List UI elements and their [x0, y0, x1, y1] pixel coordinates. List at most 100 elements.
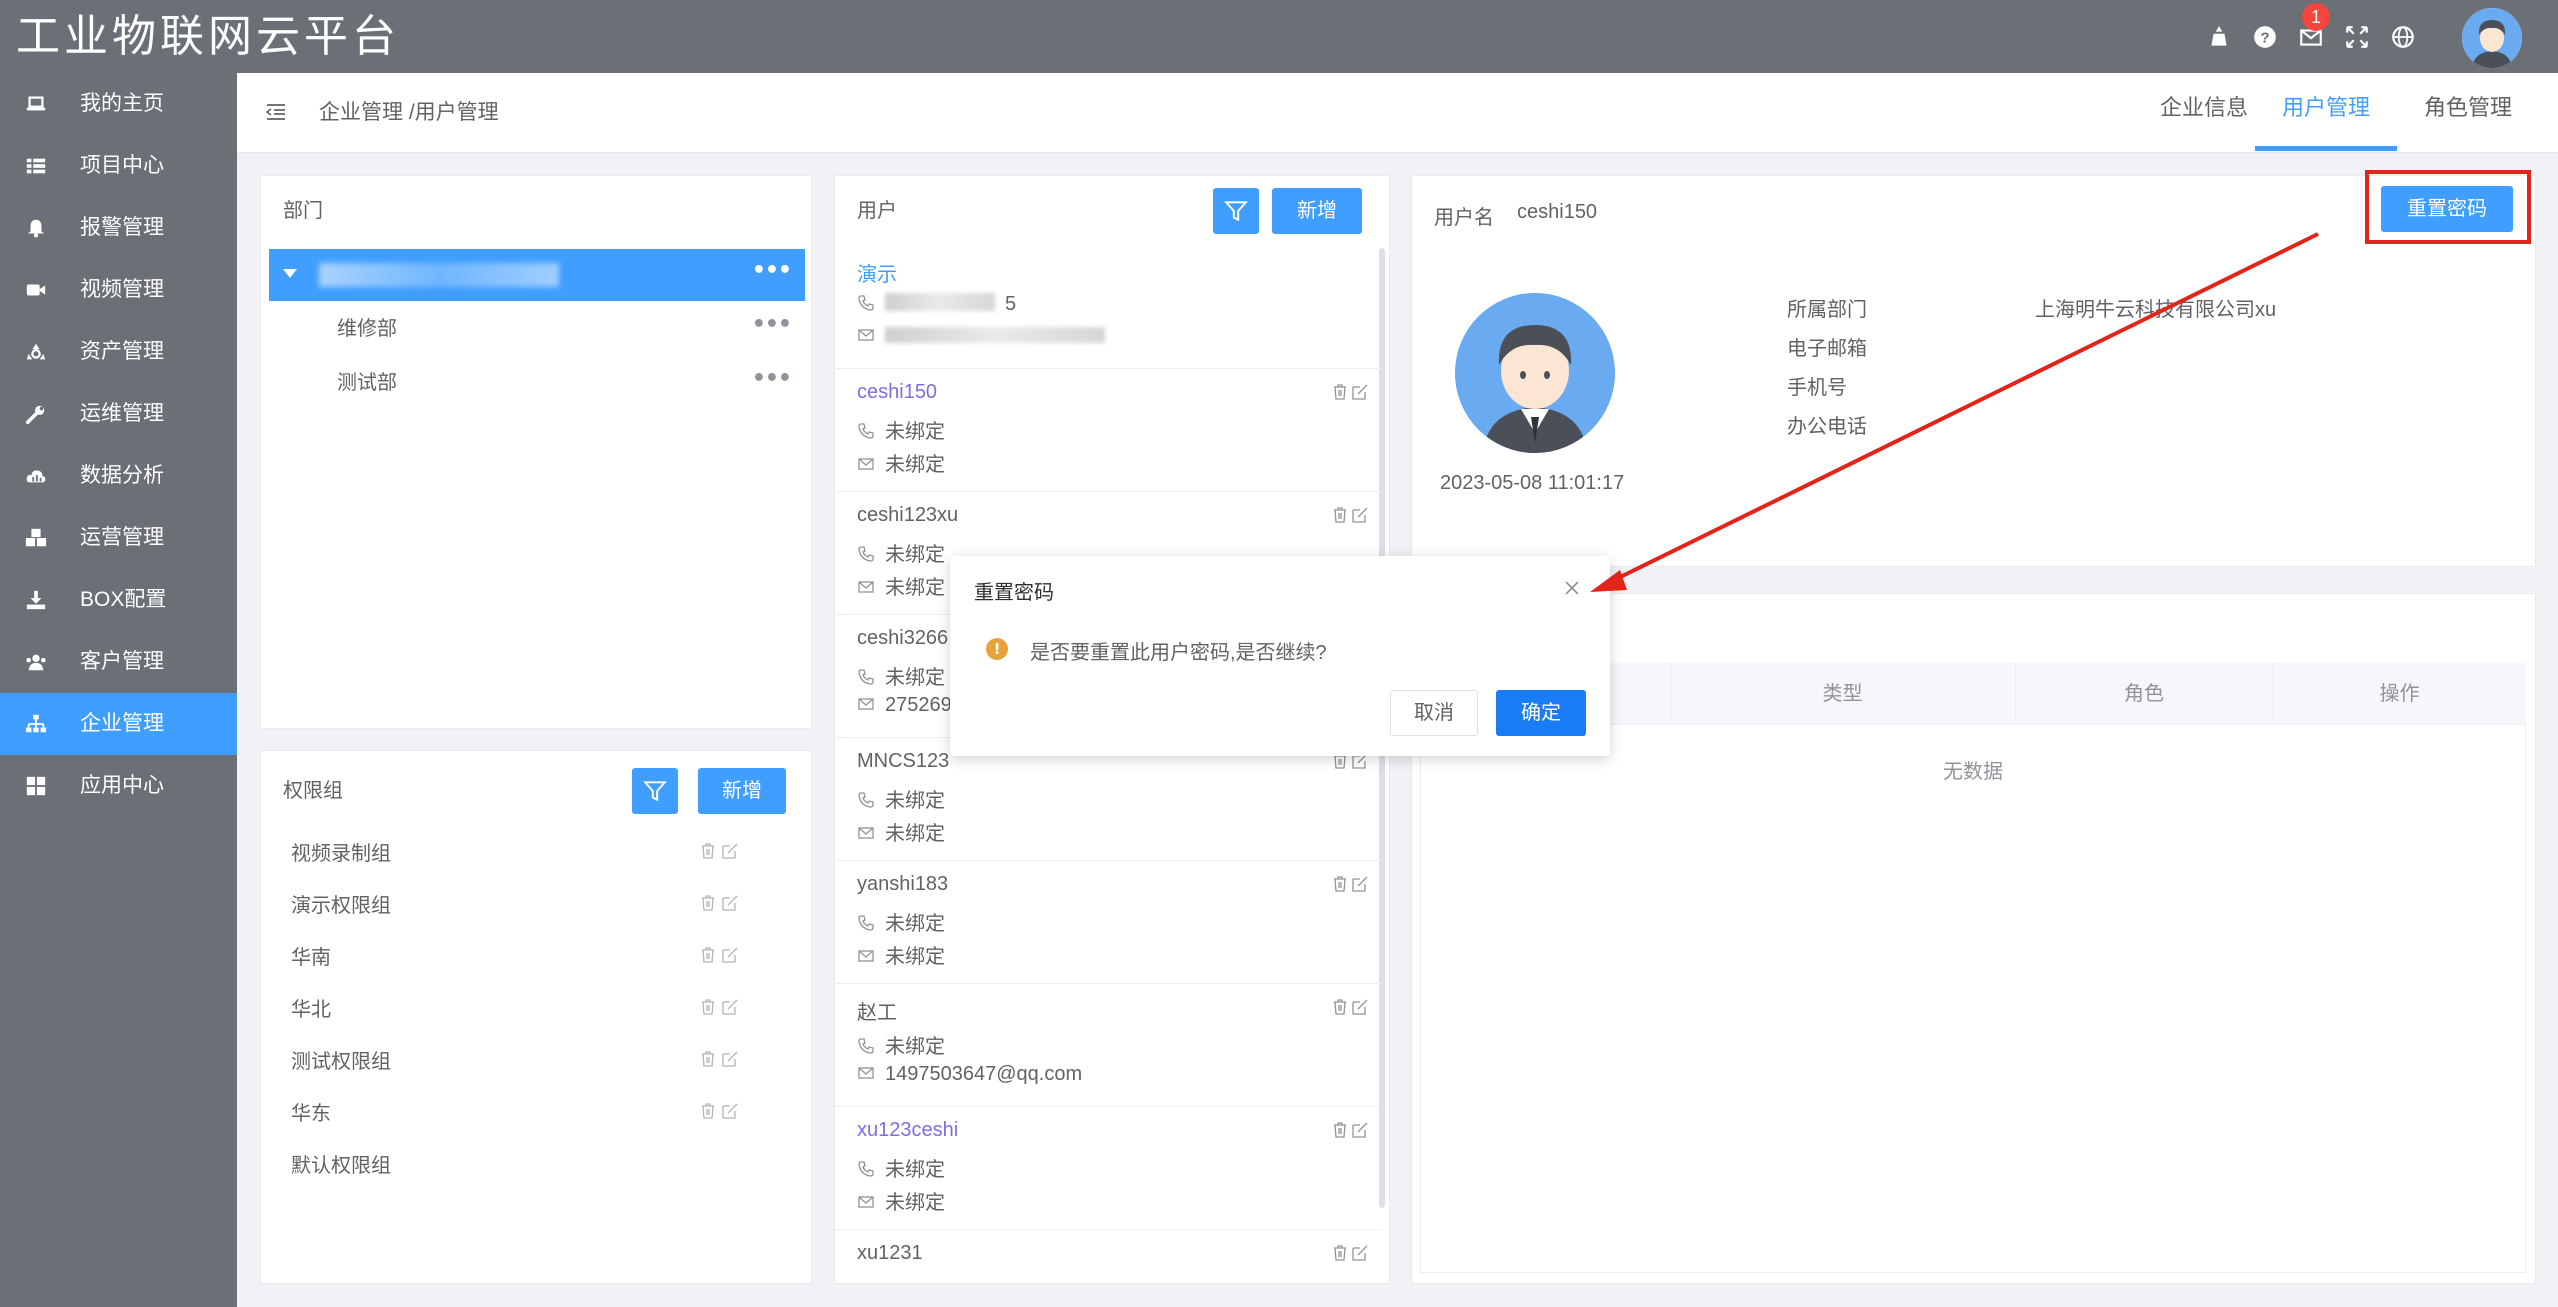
caret-down-icon[interactable] [283, 269, 297, 278]
sidebar-item-box-config[interactable]: BOX配置 [0, 569, 237, 631]
user-list-item[interactable]: 演示 5 [835, 246, 1381, 369]
mail-icon [858, 827, 874, 839]
edit-icon[interactable] [721, 1102, 739, 1120]
delete-icon[interactable] [1331, 875, 1349, 893]
more-icon[interactable]: ••• [752, 357, 792, 401]
dept-row[interactable]: 测试部 ••• [269, 357, 805, 409]
user-name[interactable]: ceshi150 [857, 381, 937, 404]
permission-group-row[interactable]: 演示权限组 [291, 880, 781, 932]
permission-group-row[interactable]: 华北 [291, 984, 781, 1036]
more-icon[interactable]: ••• [752, 249, 792, 293]
confirm-button[interactable]: 确定 [1496, 690, 1586, 736]
language-icon[interactable] [2390, 24, 2416, 50]
tab-role-management[interactable]: 角色管理 [2397, 73, 2539, 151]
mail-icon [858, 1196, 874, 1208]
edit-icon[interactable] [1351, 1244, 1369, 1262]
delete-icon[interactable] [1331, 1244, 1349, 1262]
user-phone: 未绑定 [857, 415, 945, 444]
user-phone: 未绑定 [857, 661, 945, 690]
user-email: 未绑定 [857, 817, 945, 846]
edit-icon[interactable] [1351, 875, 1369, 893]
dept-root-row[interactable]: ••• [269, 249, 805, 301]
row-actions [699, 894, 743, 916]
user-name[interactable]: ceshi3266 [857, 627, 948, 650]
sidebar-item-operations[interactable]: 运营管理 [0, 507, 237, 569]
sidebar-item-label: 企业管理 [80, 712, 164, 735]
user-name[interactable]: ceshi123xu [857, 504, 958, 527]
mail-icon [858, 1067, 874, 1079]
delete-icon[interactable] [1331, 998, 1349, 1016]
permission-group-row[interactable]: 华东 [291, 1088, 781, 1140]
user-name[interactable]: 赵工 [857, 996, 897, 1025]
edit-icon[interactable] [721, 894, 739, 912]
cancel-button[interactable]: 取消 [1390, 690, 1478, 736]
more-icon[interactable]: ••• [752, 303, 792, 347]
collapse-menu-icon[interactable] [265, 101, 287, 123]
delete-icon[interactable] [699, 1050, 717, 1068]
dept-row[interactable]: 维修部 ••• [269, 303, 805, 355]
row-actions [1329, 1121, 1369, 1143]
delete-icon[interactable] [699, 998, 717, 1016]
delete-icon[interactable] [699, 842, 717, 860]
email-value: 275269 [885, 694, 952, 716]
user-name[interactable]: xu123ceshi [857, 1119, 958, 1142]
sidebar-item-enterprise[interactable]: 企业管理 [0, 693, 237, 755]
add-group-button[interactable]: 新增 [698, 768, 786, 814]
edit-icon[interactable] [721, 842, 739, 860]
help-icon[interactable]: ? [2252, 24, 2278, 50]
user-name[interactable]: MNCS123 [857, 750, 949, 773]
edit-icon[interactable] [1351, 998, 1369, 1016]
edit-icon[interactable] [721, 1050, 739, 1068]
delete-icon[interactable] [1331, 383, 1349, 401]
tab-user-management[interactable]: 用户管理 [2255, 73, 2397, 151]
sidebar-item-alarms[interactable]: 报警管理 [0, 197, 237, 259]
edit-icon[interactable] [721, 946, 739, 964]
filter-button[interactable] [1213, 188, 1259, 234]
user-phone: 未绑定 [857, 907, 945, 936]
delete-icon[interactable] [699, 894, 717, 912]
user-list-item[interactable]: MNCS123 未绑定 未绑定 [835, 738, 1381, 861]
edit-icon[interactable] [721, 998, 739, 1016]
edit-icon[interactable] [1351, 383, 1369, 401]
delete-icon[interactable] [1331, 506, 1349, 524]
add-user-button[interactable]: 新增 [1272, 188, 1362, 234]
permission-group-row[interactable]: 测试权限组 [291, 1036, 781, 1088]
user-avatar[interactable] [2462, 8, 2522, 68]
redacted-phone [885, 293, 995, 311]
permission-group-row[interactable]: 华南 [291, 932, 781, 984]
user-name[interactable]: 演示 [857, 258, 897, 287]
delete-icon[interactable] [699, 1102, 717, 1120]
row-actions [1329, 1244, 1369, 1266]
user-list-item[interactable]: xu1231 [835, 1230, 1381, 1283]
user-list-item[interactable]: yanshi183 未绑定 未绑定 [835, 861, 1381, 984]
user-name[interactable]: xu1231 [857, 1242, 923, 1265]
sidebar-item-assets[interactable]: 资产管理 [0, 321, 237, 383]
sidebar-item-video[interactable]: 视频管理 [0, 259, 237, 321]
user-list-item[interactable]: xu123ceshi 未绑定 未绑定 [835, 1107, 1381, 1230]
edit-icon[interactable] [1351, 1121, 1369, 1139]
delete-icon[interactable] [699, 946, 717, 964]
redacted-email [885, 327, 1105, 343]
sidebar-item-customers[interactable]: 客户管理 [0, 631, 237, 693]
sidebar-item-home[interactable]: 我的主页 [0, 73, 237, 135]
permission-group-row[interactable]: 视频录制组 [291, 828, 781, 880]
filter-button[interactable] [632, 768, 678, 814]
user-list-item[interactable]: 赵工 未绑定 1497503647@qq.com [835, 984, 1381, 1107]
permission-group-row[interactable]: 默认权限组 [291, 1140, 781, 1192]
sidebar-item-projects[interactable]: 项目中心 [0, 135, 237, 197]
sidebar-item-analytics[interactable]: 数据分析 [0, 445, 237, 507]
sidebar-item-label: 运维管理 [80, 402, 164, 425]
user-name[interactable]: yanshi183 [857, 873, 948, 896]
sidebar-item-app-center[interactable]: 应用中心 [0, 755, 237, 817]
row-actions [699, 1102, 743, 1124]
fullscreen-icon[interactable] [2344, 24, 2370, 50]
delete-icon[interactable] [1331, 1121, 1349, 1139]
theme-icon[interactable] [2206, 24, 2232, 50]
close-icon[interactable] [1564, 580, 1580, 596]
permission-group-label: 华南 [291, 947, 331, 969]
sidebar-item-maintenance[interactable]: 运维管理 [0, 383, 237, 445]
department-panel-title: 部门 [283, 200, 323, 222]
user-list-item[interactable]: ceshi150 未绑定 未绑定 [835, 369, 1381, 492]
edit-icon[interactable] [1351, 506, 1369, 524]
user-email: 未绑定 [857, 940, 945, 969]
